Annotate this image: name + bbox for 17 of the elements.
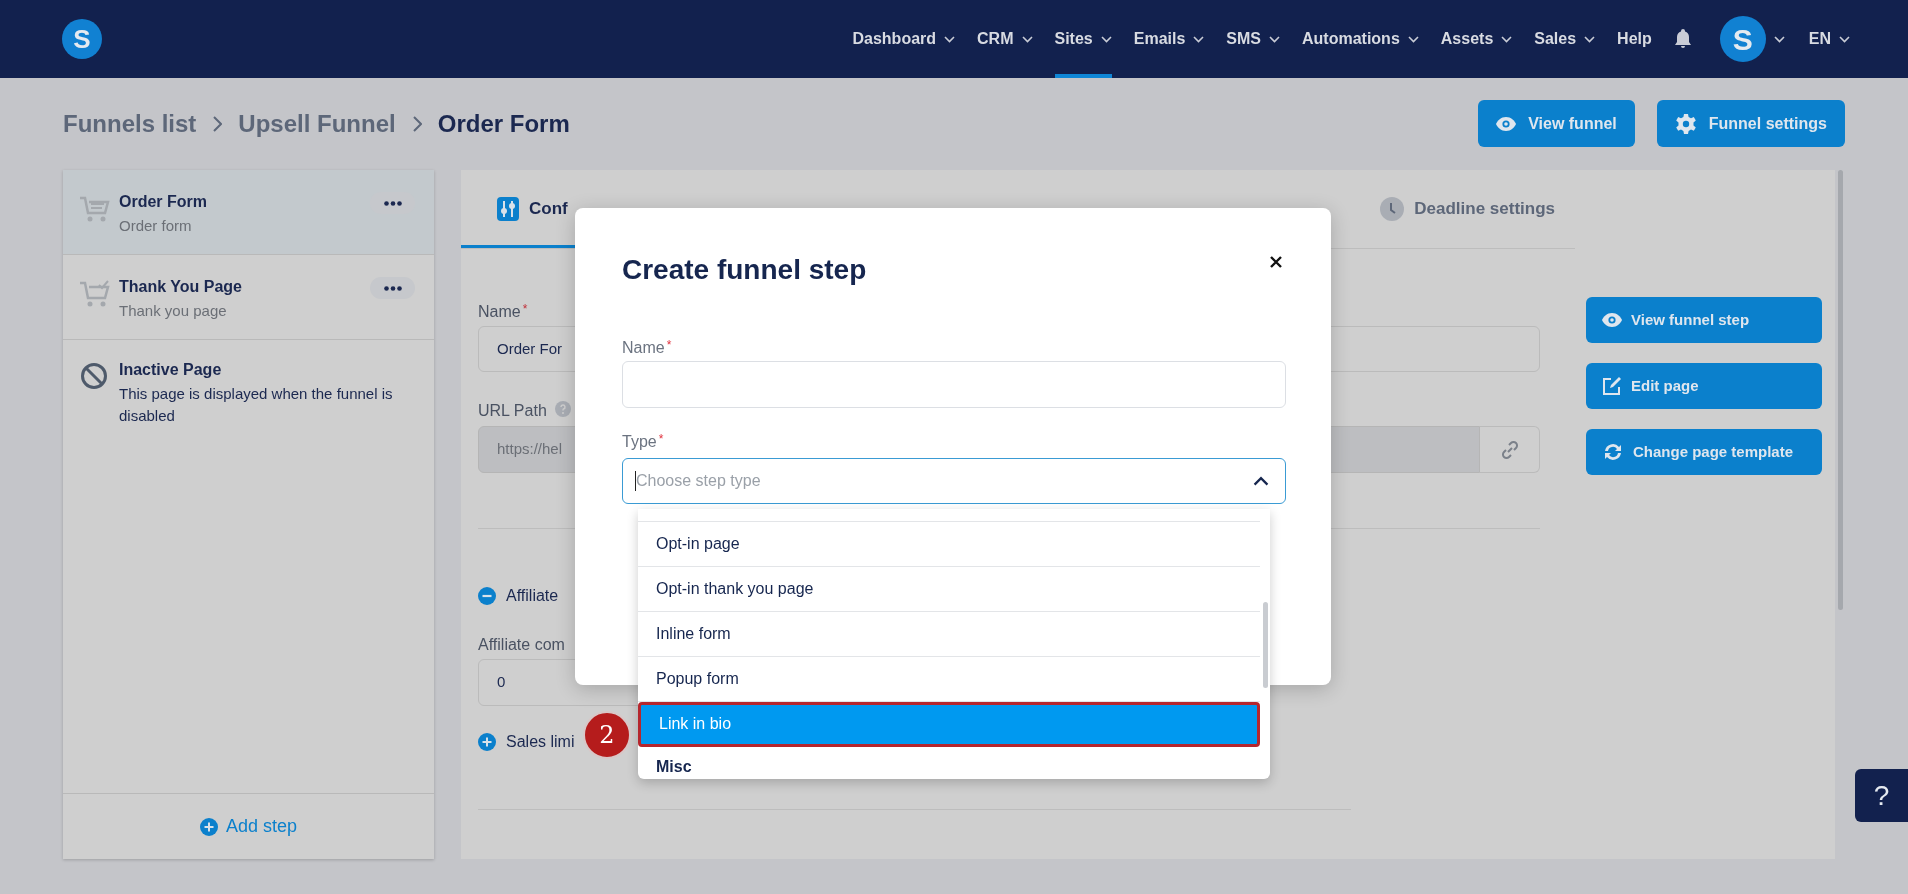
required-mark: * — [522, 301, 528, 318]
step-title: Thank You Page — [119, 277, 243, 297]
step-subtitle: Thank you page — [119, 301, 228, 321]
field-label: URL Path — [478, 401, 547, 421]
field-label: Name — [478, 302, 521, 322]
required-mark: * — [658, 431, 664, 448]
field-label: Affiliate com — [478, 636, 565, 653]
breadcrumb-item: Order Form — [437, 108, 570, 139]
required-mark: * — [666, 337, 672, 354]
field-label: Name — [622, 338, 665, 358]
option-group-heading: Misc — [655, 757, 693, 778]
step-subtitle: Order form — [119, 216, 193, 236]
step-title: Order Form — [119, 192, 208, 212]
step-title: Inactive Page — [119, 360, 223, 380]
field-label: Type — [622, 432, 657, 452]
step-subtitle: This page is displayed when the funnel is disabled — [119, 384, 394, 426]
dialog-title: Create funnel step — [622, 253, 867, 287]
